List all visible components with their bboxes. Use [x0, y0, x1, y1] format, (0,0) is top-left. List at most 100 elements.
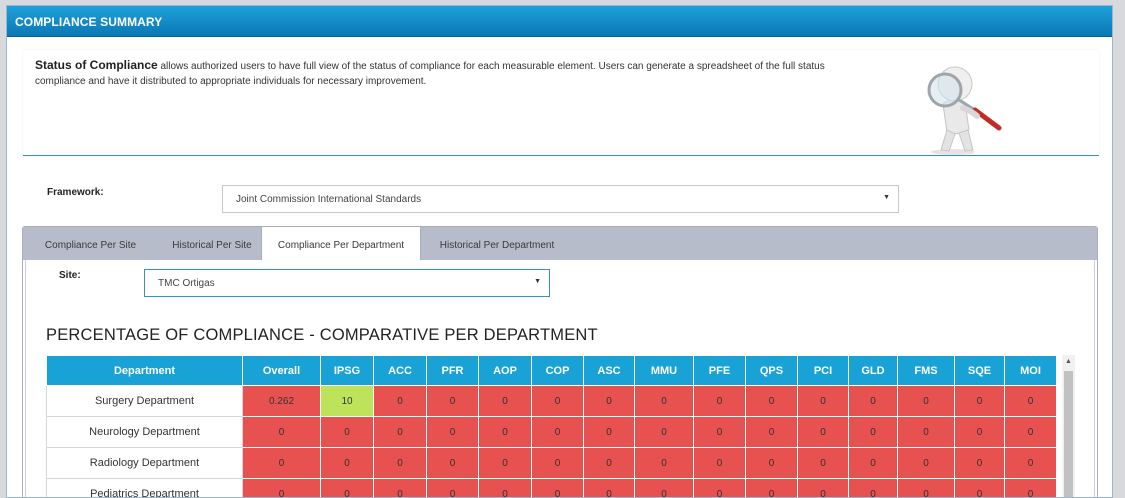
score-cell-asc: 0 — [583, 385, 635, 417]
score-cell-pci: 0 — [797, 416, 849, 448]
score-cell-ipsg: 0 — [320, 478, 374, 497]
tab-historical-per-site[interactable]: Historical Per Site — [158, 227, 266, 260]
score-cell-cop: 0 — [531, 416, 584, 448]
tab-bar: Compliance Per Site Historical Per Site … — [23, 227, 1097, 261]
score-cell-cop: 0 — [531, 385, 584, 417]
score-cell-pfe: 0 — [693, 385, 746, 417]
table-header-row: Department Overall IPSG ACC PFR AOP COP ASC MMU P… — [46, 355, 1057, 386]
department-name: Surgery Department — [46, 385, 243, 417]
score-cell-sqe: 0 — [954, 385, 1005, 417]
score-cell-gld: 0 — [848, 385, 898, 417]
compliance-table: Department Overall IPSG ACC PFR AOP COP ASC MMU P… — [46, 355, 1057, 497]
column-header-moi[interactable]: MOI — [1004, 355, 1057, 386]
site-select[interactable]: TMC Ortigas ▼ — [144, 269, 550, 297]
score-cell-aop: 0 — [478, 447, 532, 479]
score-cell-mmu: 0 — [634, 385, 694, 417]
score-cell-moi: 0 — [1004, 447, 1057, 479]
intro-heading: Status of Compliance — [35, 58, 158, 72]
column-header-qps[interactable]: QPS — [745, 355, 798, 386]
score-cell-mmu: 0 — [634, 447, 694, 479]
intro-box: Status of Compliance allows authorized u… — [23, 50, 1099, 156]
column-header-overall[interactable]: Overall — [242, 355, 321, 386]
score-cell-qps: 0 — [745, 478, 798, 497]
score-cell-pfe: 0 — [693, 447, 746, 479]
framework-label: Framework: — [47, 187, 104, 198]
compliance-summary-panel: COMPLIANCE SUMMARY Status of Compliance … — [6, 5, 1113, 498]
scroll-up-arrow-icon[interactable]: ▲ — [1065, 358, 1072, 365]
score-cell-pfe: 0 — [693, 478, 746, 497]
score-cell-qps: 0 — [745, 385, 798, 417]
magnifier-figure-icon — [927, 66, 1002, 155]
score-cell-pci: 0 — [797, 447, 849, 479]
score-cell-gld: 0 — [848, 416, 898, 448]
score-cell-ipsg: 0 — [320, 416, 374, 448]
score-cell-moi: 0 — [1004, 416, 1057, 448]
site-value: TMC Ortigas — [158, 278, 215, 289]
column-header-aop[interactable]: AOP — [478, 355, 532, 386]
column-header-ipsg[interactable]: IPSG — [320, 355, 374, 386]
score-cell-moi: 0 — [1004, 478, 1057, 497]
department-name: Radiology Department — [46, 447, 243, 479]
column-header-pfe[interactable]: PFE — [693, 355, 746, 386]
score-cell-gld: 0 — [848, 478, 898, 497]
column-header-pfr[interactable]: PFR — [426, 355, 479, 386]
site-label: Site: — [59, 270, 81, 281]
score-cell-sqe: 0 — [954, 416, 1005, 448]
tab-panel-compliance-per-department: Site: TMC Ortigas ▼ PERCENTAGE OF COMPLI… — [25, 260, 1095, 497]
score-cell-ipsg: 0 — [320, 447, 374, 479]
column-header-sqe[interactable]: SQE — [954, 355, 1005, 386]
tab-historical-per-department[interactable]: Historical Per Department — [423, 227, 571, 260]
score-cell-asc: 0 — [583, 478, 635, 497]
tabs-container: Compliance Per Site Historical Per Site … — [22, 226, 1098, 497]
score-cell-sqe: 0 — [954, 478, 1005, 497]
framework-select[interactable]: Joint Commission International Standards… — [222, 185, 899, 213]
score-cell-overall: 0 — [242, 416, 321, 448]
table-row: Neurology Department 0 0 0 0 0 0 0 0 0 0 0 0 0 0 0 — [46, 416, 1057, 448]
column-header-mmu[interactable]: MMU — [634, 355, 694, 386]
table-row: Radiology Department 0 0 0 0 0 0 0 0 0 0 0 0 0 0 0 — [46, 447, 1057, 479]
score-cell-acc: 0 — [373, 385, 427, 417]
score-cell-fms: 0 — [897, 416, 955, 448]
score-cell-overall: 0.262 — [242, 385, 321, 417]
score-cell-mmu: 0 — [634, 416, 694, 448]
column-header-gld[interactable]: GLD — [848, 355, 898, 386]
column-header-asc[interactable]: ASC — [583, 355, 635, 386]
chevron-down-icon: ▼ — [534, 278, 541, 285]
score-cell-aop: 0 — [478, 478, 532, 497]
tab-compliance-per-department[interactable]: Compliance Per Department — [261, 227, 421, 261]
score-cell-pfr: 0 — [426, 478, 479, 497]
score-cell-pci: 0 — [797, 478, 849, 497]
tab-compliance-per-site[interactable]: Compliance Per Site — [23, 227, 158, 260]
score-cell-qps: 0 — [745, 416, 798, 448]
framework-value: Joint Commission International Standards — [236, 194, 422, 205]
column-header-fms[interactable]: FMS — [897, 355, 955, 386]
score-cell-pci: 0 — [797, 385, 849, 417]
score-cell-pfr: 0 — [426, 447, 479, 479]
score-cell-fms: 0 — [897, 447, 955, 479]
column-header-pci[interactable]: PCI — [797, 355, 849, 386]
score-cell-moi: 0 — [1004, 385, 1057, 417]
score-cell-qps: 0 — [745, 447, 798, 479]
score-cell-aop: 0 — [478, 385, 532, 417]
table-row: Pediatrics Department 0 0 0 0 0 0 0 0 0 0 0 0 0 0 0 — [46, 478, 1057, 497]
chevron-down-icon: ▼ — [883, 194, 890, 201]
column-header-department[interactable]: Department — [46, 355, 243, 386]
table-scrollbar[interactable]: ▲ — [1062, 355, 1075, 497]
score-cell-gld: 0 — [848, 447, 898, 479]
scrollbar-thumb[interactable] — [1064, 371, 1073, 497]
score-cell-pfr: 0 — [426, 385, 479, 417]
score-cell-overall: 0 — [242, 447, 321, 479]
column-header-cop[interactable]: COP — [531, 355, 584, 386]
score-cell-fms: 0 — [897, 385, 955, 417]
department-name: Neurology Department — [46, 416, 243, 448]
score-cell-fms: 0 — [897, 478, 955, 497]
score-cell-acc: 0 — [373, 447, 427, 479]
score-cell-cop: 0 — [531, 478, 584, 497]
score-cell-acc: 0 — [373, 478, 427, 497]
score-cell-acc: 0 — [373, 416, 427, 448]
score-cell-asc: 0 — [583, 447, 635, 479]
panel-title: COMPLIANCE SUMMARY — [7, 6, 1112, 37]
score-cell-sqe: 0 — [954, 447, 1005, 479]
column-header-acc[interactable]: ACC — [373, 355, 427, 386]
intro-description: Status of Compliance allows authorized u… — [35, 58, 835, 89]
